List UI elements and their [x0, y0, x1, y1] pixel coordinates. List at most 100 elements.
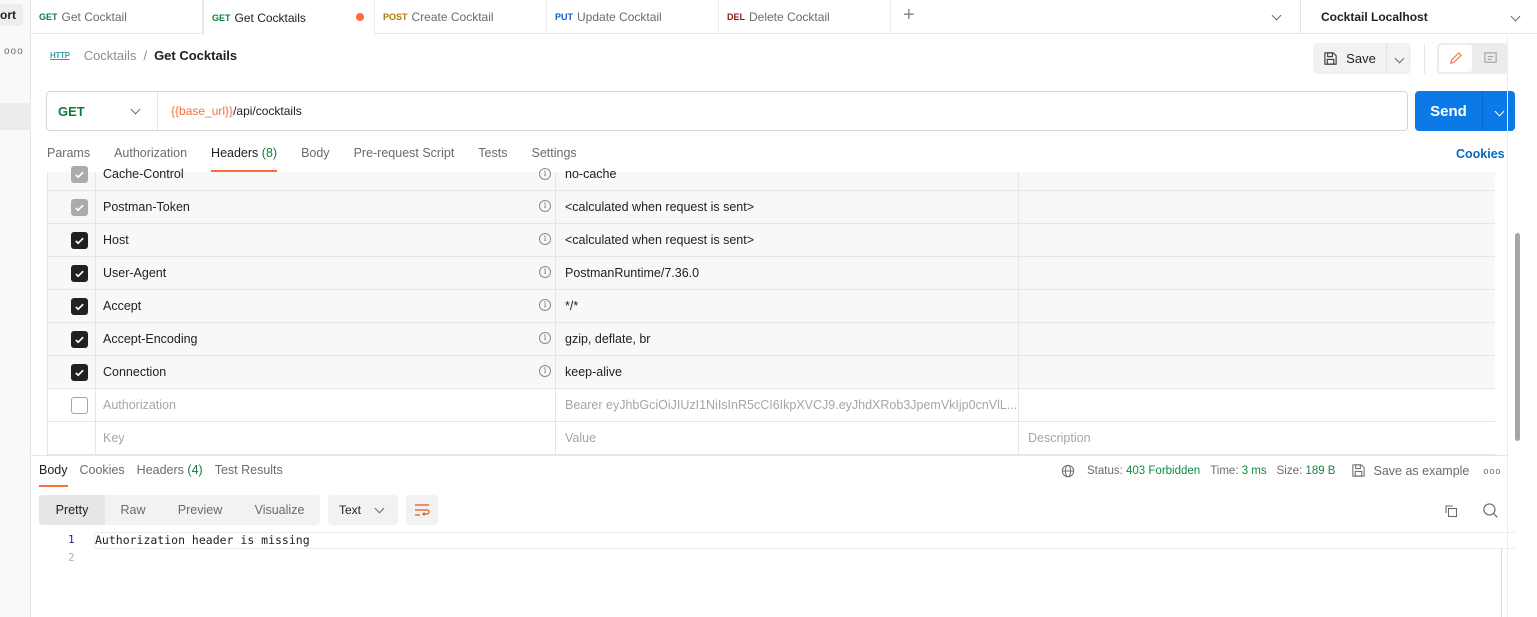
header-description[interactable] — [1018, 290, 1495, 322]
editor-scrollbar[interactable] — [1501, 548, 1502, 617]
header-key[interactable]: User-Agent — [103, 266, 166, 280]
header-checkbox[interactable] — [71, 199, 88, 216]
send-options-dropdown[interactable] — [1482, 91, 1515, 131]
headers-count: (8) — [261, 146, 278, 160]
header-value[interactable]: Bearer eyJhbGciOiJIUzI1NiIsInR5cCI6IkpXV… — [565, 398, 1017, 412]
header-key[interactable]: Connection — [103, 365, 166, 379]
header-key[interactable]: Postman-Token — [103, 200, 190, 214]
wrap-lines-icon — [415, 504, 430, 516]
header-description[interactable] — [1018, 224, 1495, 256]
header-description[interactable] — [1018, 191, 1495, 223]
chevron-down-icon — [374, 503, 385, 514]
new-description-input[interactable]: Description — [1028, 431, 1091, 445]
header-key[interactable]: Authorization — [103, 398, 176, 412]
comments-button[interactable] — [1475, 45, 1505, 72]
request-name[interactable]: Get Cocktails — [154, 48, 237, 63]
cookies-link[interactable]: Cookies — [1456, 147, 1505, 161]
checkmark-icon — [75, 303, 84, 311]
method-select[interactable]: GET — [47, 92, 158, 130]
tab-update-cocktail[interactable]: PUT Update Cocktail — [547, 0, 719, 34]
header-checkbox[interactable] — [71, 364, 88, 381]
tab-get-cocktail[interactable]: GET Get Cocktail — [31, 0, 203, 34]
header-value[interactable]: <calculated when request is sent> — [565, 233, 754, 247]
info-icon[interactable]: i — [539, 233, 551, 245]
header-value[interactable]: <calculated when request is sent> — [565, 200, 754, 214]
response-body-editor[interactable]: 1 Authorization header is missing 2 — [40, 530, 1515, 617]
header-description[interactable] — [1018, 389, 1495, 421]
save-as-example-button[interactable]: Save as example — [1351, 463, 1469, 478]
status-value[interactable]: 403 Forbidden — [1126, 465, 1200, 477]
tab-pre-request-script[interactable]: Pre-request Script — [354, 146, 455, 172]
header-description[interactable] — [1018, 257, 1495, 289]
format-select[interactable]: Text — [328, 495, 398, 525]
tab-get-cocktails[interactable]: GET Get Cocktails — [203, 0, 375, 35]
tab-test-results[interactable]: Test Results — [215, 463, 283, 487]
view-raw[interactable]: Raw — [105, 495, 161, 525]
size-value[interactable]: 189 B — [1305, 465, 1335, 477]
header-checkbox[interactable] — [71, 298, 88, 315]
tab-create-cocktail[interactable]: POST Create Cocktail — [375, 0, 547, 34]
tab-body[interactable]: Body — [301, 146, 330, 172]
response-view-modes: Pretty Raw Preview Visualize — [39, 495, 320, 525]
save-button[interactable]: Save — [1313, 43, 1386, 74]
size-label: Size: — [1276, 464, 1303, 477]
info-icon[interactable]: i — [539, 200, 551, 212]
send-button[interactable]: Send — [1415, 91, 1482, 131]
more-options-icon[interactable]: ooo — [1483, 466, 1501, 476]
pane-divider[interactable] — [31, 455, 1507, 456]
time-value[interactable]: 3 ms — [1242, 465, 1267, 477]
sidebar-more-icon[interactable]: ooo — [4, 46, 24, 57]
url-input[interactable]: {{base_url}}/api/cocktails — [158, 104, 302, 118]
copy-icon[interactable] — [1443, 503, 1459, 522]
header-key[interactable]: Accept-Encoding — [103, 332, 198, 346]
header-value[interactable]: PostmanRuntime/7.36.0 — [565, 266, 699, 280]
header-checkbox[interactable] — [71, 331, 88, 348]
header-description[interactable] — [1018, 172, 1495, 190]
info-icon[interactable]: i — [539, 299, 551, 311]
new-tab-plus-icon[interactable]: + — [903, 5, 915, 25]
header-value[interactable]: gzip, deflate, br — [565, 332, 650, 346]
header-checkbox[interactable] — [71, 166, 88, 183]
header-checkbox[interactable] — [71, 232, 88, 249]
info-icon[interactable]: i — [539, 365, 551, 377]
header-value[interactable]: no-cache — [565, 167, 616, 181]
info-icon[interactable]: i — [539, 168, 551, 180]
header-description[interactable] — [1018, 323, 1495, 355]
tab-response-cookies[interactable]: Cookies — [80, 463, 125, 487]
tab-response-body[interactable]: Body — [39, 463, 68, 487]
header-description[interactable] — [1018, 356, 1495, 388]
header-value[interactable]: keep-alive — [565, 365, 622, 379]
environment-selector[interactable]: Cocktail Localhost — [1300, 0, 1537, 34]
edit-mode-button[interactable] — [1439, 45, 1472, 72]
header-value[interactable]: */* — [565, 299, 578, 313]
save-options-dropdown[interactable] — [1386, 43, 1411, 74]
sidebar-selected-item[interactable] — [0, 103, 31, 130]
table-row: Accept-Encoding i gzip, deflate, br — [48, 323, 1495, 356]
request-tab-bar: GET Get Cocktail GET Get Cocktails POST … — [31, 0, 1537, 35]
tabs-overflow-chevron-icon[interactable] — [1271, 8, 1282, 22]
tab-response-headers[interactable]: Headers (4) — [137, 463, 203, 487]
new-value-input[interactable]: Value — [565, 431, 596, 445]
view-visualize[interactable]: Visualize — [239, 495, 320, 525]
search-icon[interactable] — [1482, 502, 1499, 522]
breadcrumb-collection-link[interactable]: Cocktails — [84, 48, 137, 63]
tab-headers[interactable]: Headers (8) — [211, 146, 278, 172]
header-key[interactable]: Cache-Control — [103, 167, 184, 181]
globe-icon[interactable] — [1061, 464, 1075, 478]
info-icon[interactable]: i — [539, 332, 551, 344]
header-key[interactable]: Accept — [103, 299, 141, 313]
tab-label: Headers — [136, 463, 184, 477]
header-key[interactable]: Host — [103, 233, 129, 247]
import-button[interactable]: ort — [0, 4, 23, 26]
header-checkbox[interactable] — [71, 265, 88, 282]
new-key-input[interactable]: Key — [103, 431, 125, 445]
view-preview[interactable]: Preview — [161, 495, 239, 525]
tab-delete-cocktail[interactable]: DEL Delete Cocktail — [719, 0, 891, 34]
response-headers-count: (4) — [187, 463, 203, 477]
tab-tests[interactable]: Tests — [478, 146, 507, 172]
wrap-lines-button[interactable] — [406, 495, 438, 525]
info-icon[interactable]: i — [539, 266, 551, 278]
headers-scrollbar[interactable] — [1515, 233, 1520, 441]
header-checkbox[interactable] — [71, 397, 88, 414]
view-pretty[interactable]: Pretty — [39, 495, 105, 525]
